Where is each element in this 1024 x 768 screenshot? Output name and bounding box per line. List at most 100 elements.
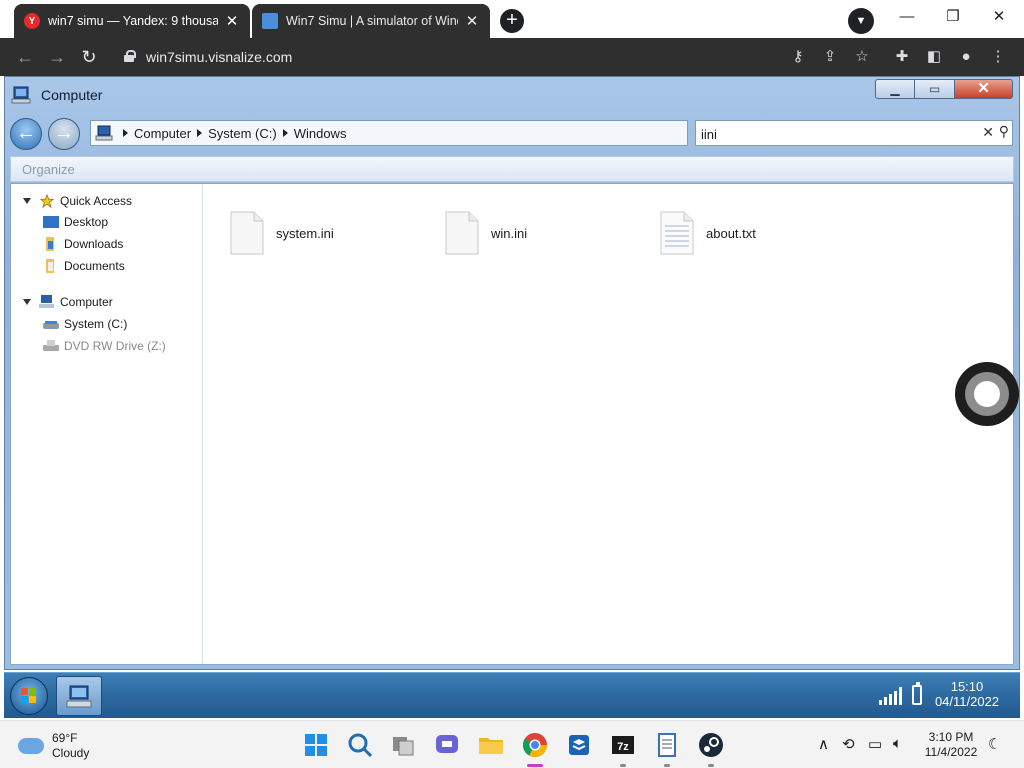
volume-icon[interactable]: 🔈︎: [893, 735, 902, 752]
maximize-button[interactable]: ▭: [915, 79, 955, 99]
breadcrumb: Computer System (C:) Windows: [121, 126, 346, 141]
chevron-right-icon[interactable]: [123, 129, 128, 137]
system-clock[interactable]: 3:10 PM 11/4/2022: [922, 730, 980, 760]
close-button[interactable]: ✕: [955, 79, 1013, 99]
reload-icon[interactable]: ↻: [76, 44, 102, 70]
win7-taskbar: 15:10 04/11/2022: [4, 672, 1020, 718]
expand-triangle-icon[interactable]: [23, 198, 31, 204]
forward-button[interactable]: →: [48, 118, 80, 150]
menu-kebab-icon[interactable]: ⋮: [985, 44, 1011, 70]
star-icon: [39, 194, 55, 208]
weather-temp: 69°F: [52, 731, 78, 745]
chevron-right-icon[interactable]: [197, 129, 203, 137]
side-panel-icon[interactable]: ◧: [921, 44, 947, 70]
minimize-button[interactable]: ▁: [875, 79, 915, 99]
search-icon[interactable]: [346, 731, 374, 759]
file-item-about-txt[interactable]: about.txt: [660, 210, 756, 256]
clock-date: 11/4/2022: [924, 745, 978, 759]
ini-file-icon: [230, 211, 264, 255]
breadcrumb-system-c[interactable]: System (C:): [208, 126, 277, 141]
explorer-content: Quick Access Desktop Downloads Documents…: [10, 183, 1014, 665]
share-icon[interactable]: ⇪: [817, 44, 843, 70]
back-button[interactable]: ←: [10, 118, 42, 150]
tree-label: Downloads: [64, 237, 124, 251]
back-arrow-icon[interactable]: ←: [12, 44, 38, 70]
chevron-right-icon[interactable]: [282, 129, 288, 137]
close-tab-icon[interactable]: ✕: [224, 12, 240, 30]
search-icon[interactable]: ⚲: [999, 123, 1009, 140]
downloads-folder-icon: [46, 237, 54, 251]
window-close-button[interactable]: ✕: [976, 4, 1022, 32]
breadcrumb-computer[interactable]: Computer: [134, 126, 191, 141]
browser-tab-strip: Y win7 simu — Yandex: 9 thousand ✕ Win7 …: [0, 0, 1024, 38]
win7-clock[interactable]: 15:10 04/11/2022: [932, 679, 1002, 709]
expand-triangle-icon[interactable]: [23, 299, 31, 305]
clear-search-icon[interactable]: ✕: [982, 124, 994, 141]
tab-yandex-search[interactable]: Y win7 simu — Yandex: 9 thousand ✕: [14, 4, 250, 38]
tree-label: Computer: [60, 295, 113, 309]
tree-item-dvd-drive[interactable]: DVD RW Drive (Z:): [43, 336, 166, 356]
computer-icon: [66, 685, 92, 708]
extensions-puzzle-icon[interactable]: ✚: [889, 44, 915, 70]
tree-label: Quick Access: [60, 194, 133, 208]
file-explorer-icon[interactable]: [477, 731, 505, 759]
start-menu-icon[interactable]: [302, 731, 330, 759]
tab-title: win7 simu — Yandex: 9 thousand: [48, 14, 218, 28]
tree-computer[interactable]: Computer: [23, 292, 113, 312]
bookmark-star-icon[interactable]: ☆: [849, 44, 875, 70]
start-orb-button[interactable]: [10, 677, 48, 715]
profile-icon[interactable]: ●: [953, 44, 979, 70]
tree-quick-access[interactable]: Quick Access: [23, 191, 132, 211]
file-item-win-ini[interactable]: win.ini: [445, 210, 527, 256]
weather-widget[interactable]: 69°F Cloudy: [18, 731, 89, 761]
file-item-system-ini[interactable]: system.ini: [230, 210, 334, 256]
tree-label: DVD RW Drive (Z:): [64, 339, 166, 353]
password-key-icon[interactable]: ⚷: [785, 44, 811, 70]
network-icon[interactable]: ▭: [868, 735, 882, 753]
running-indicator: [708, 764, 714, 767]
running-indicator: [620, 764, 626, 767]
tree-item-downloads[interactable]: Downloads: [43, 234, 123, 254]
taskbar-explorer-button[interactable]: [56, 676, 102, 716]
window-restore-button[interactable]: ❐: [930, 4, 976, 32]
tree-item-desktop[interactable]: Desktop: [43, 212, 108, 232]
tree-item-system-c[interactable]: System (C:): [43, 314, 127, 334]
search-input[interactable]: [701, 125, 971, 143]
chrome-icon[interactable]: [521, 731, 549, 759]
tab-search-chevron-icon[interactable]: ▼: [848, 8, 874, 34]
7zip-icon[interactable]: 7z: [609, 731, 637, 759]
teams-chat-icon[interactable]: [433, 731, 461, 759]
task-view-icon[interactable]: [390, 731, 418, 759]
close-tab-icon[interactable]: ✕: [464, 12, 480, 30]
new-tab-button[interactable]: +: [500, 9, 524, 33]
computer-icon: [39, 295, 54, 308]
address-bar[interactable]: win7simu.visnalize.com: [112, 43, 882, 71]
tree-label: System (C:): [64, 317, 128, 331]
file-name: win.ini: [491, 225, 528, 241]
win7simu-icon: [262, 13, 278, 29]
focus-moon-icon[interactable]: ☾: [988, 735, 1001, 753]
win7-time: 15:10: [950, 679, 984, 694]
window-minimize-button[interactable]: —: [884, 4, 930, 32]
window-title: Computer: [41, 87, 103, 103]
floating-circle-button[interactable]: [955, 362, 1019, 426]
steam-icon[interactable]: [697, 731, 725, 759]
tab-win7-simu[interactable]: Win7 Simu | A simulator of Windo ✕: [252, 4, 490, 38]
window-titlebar: Computer: [11, 83, 102, 107]
battery-icon[interactable]: [912, 682, 922, 705]
tab-title: Win7 Simu | A simulator of Windo: [286, 14, 458, 28]
show-hidden-icons-chevron-icon[interactable]: ∧: [818, 735, 829, 753]
tree-item-documents[interactable]: Documents: [43, 256, 125, 276]
address-breadcrumb[interactable]: Computer System (C:) Windows: [90, 120, 688, 146]
breadcrumb-windows[interactable]: Windows: [294, 126, 347, 141]
file-name: about.txt: [706, 225, 756, 241]
windows-taskbar: 69°F Cloudy 7z ∧ ⟲ ▭ 🔈︎ 3:10 PM 11/4/202…: [0, 720, 1024, 768]
cloud-icon: [18, 738, 44, 754]
signal-bars-icon[interactable]: [879, 687, 902, 705]
virtualbox-icon[interactable]: [565, 731, 593, 759]
notepad-icon[interactable]: [653, 731, 681, 759]
forward-arrow-icon[interactable]: →: [44, 44, 70, 70]
desktop-icon: [43, 216, 59, 228]
organize-button[interactable]: Organize: [22, 162, 75, 177]
sync-icon[interactable]: ⟲: [842, 735, 855, 753]
